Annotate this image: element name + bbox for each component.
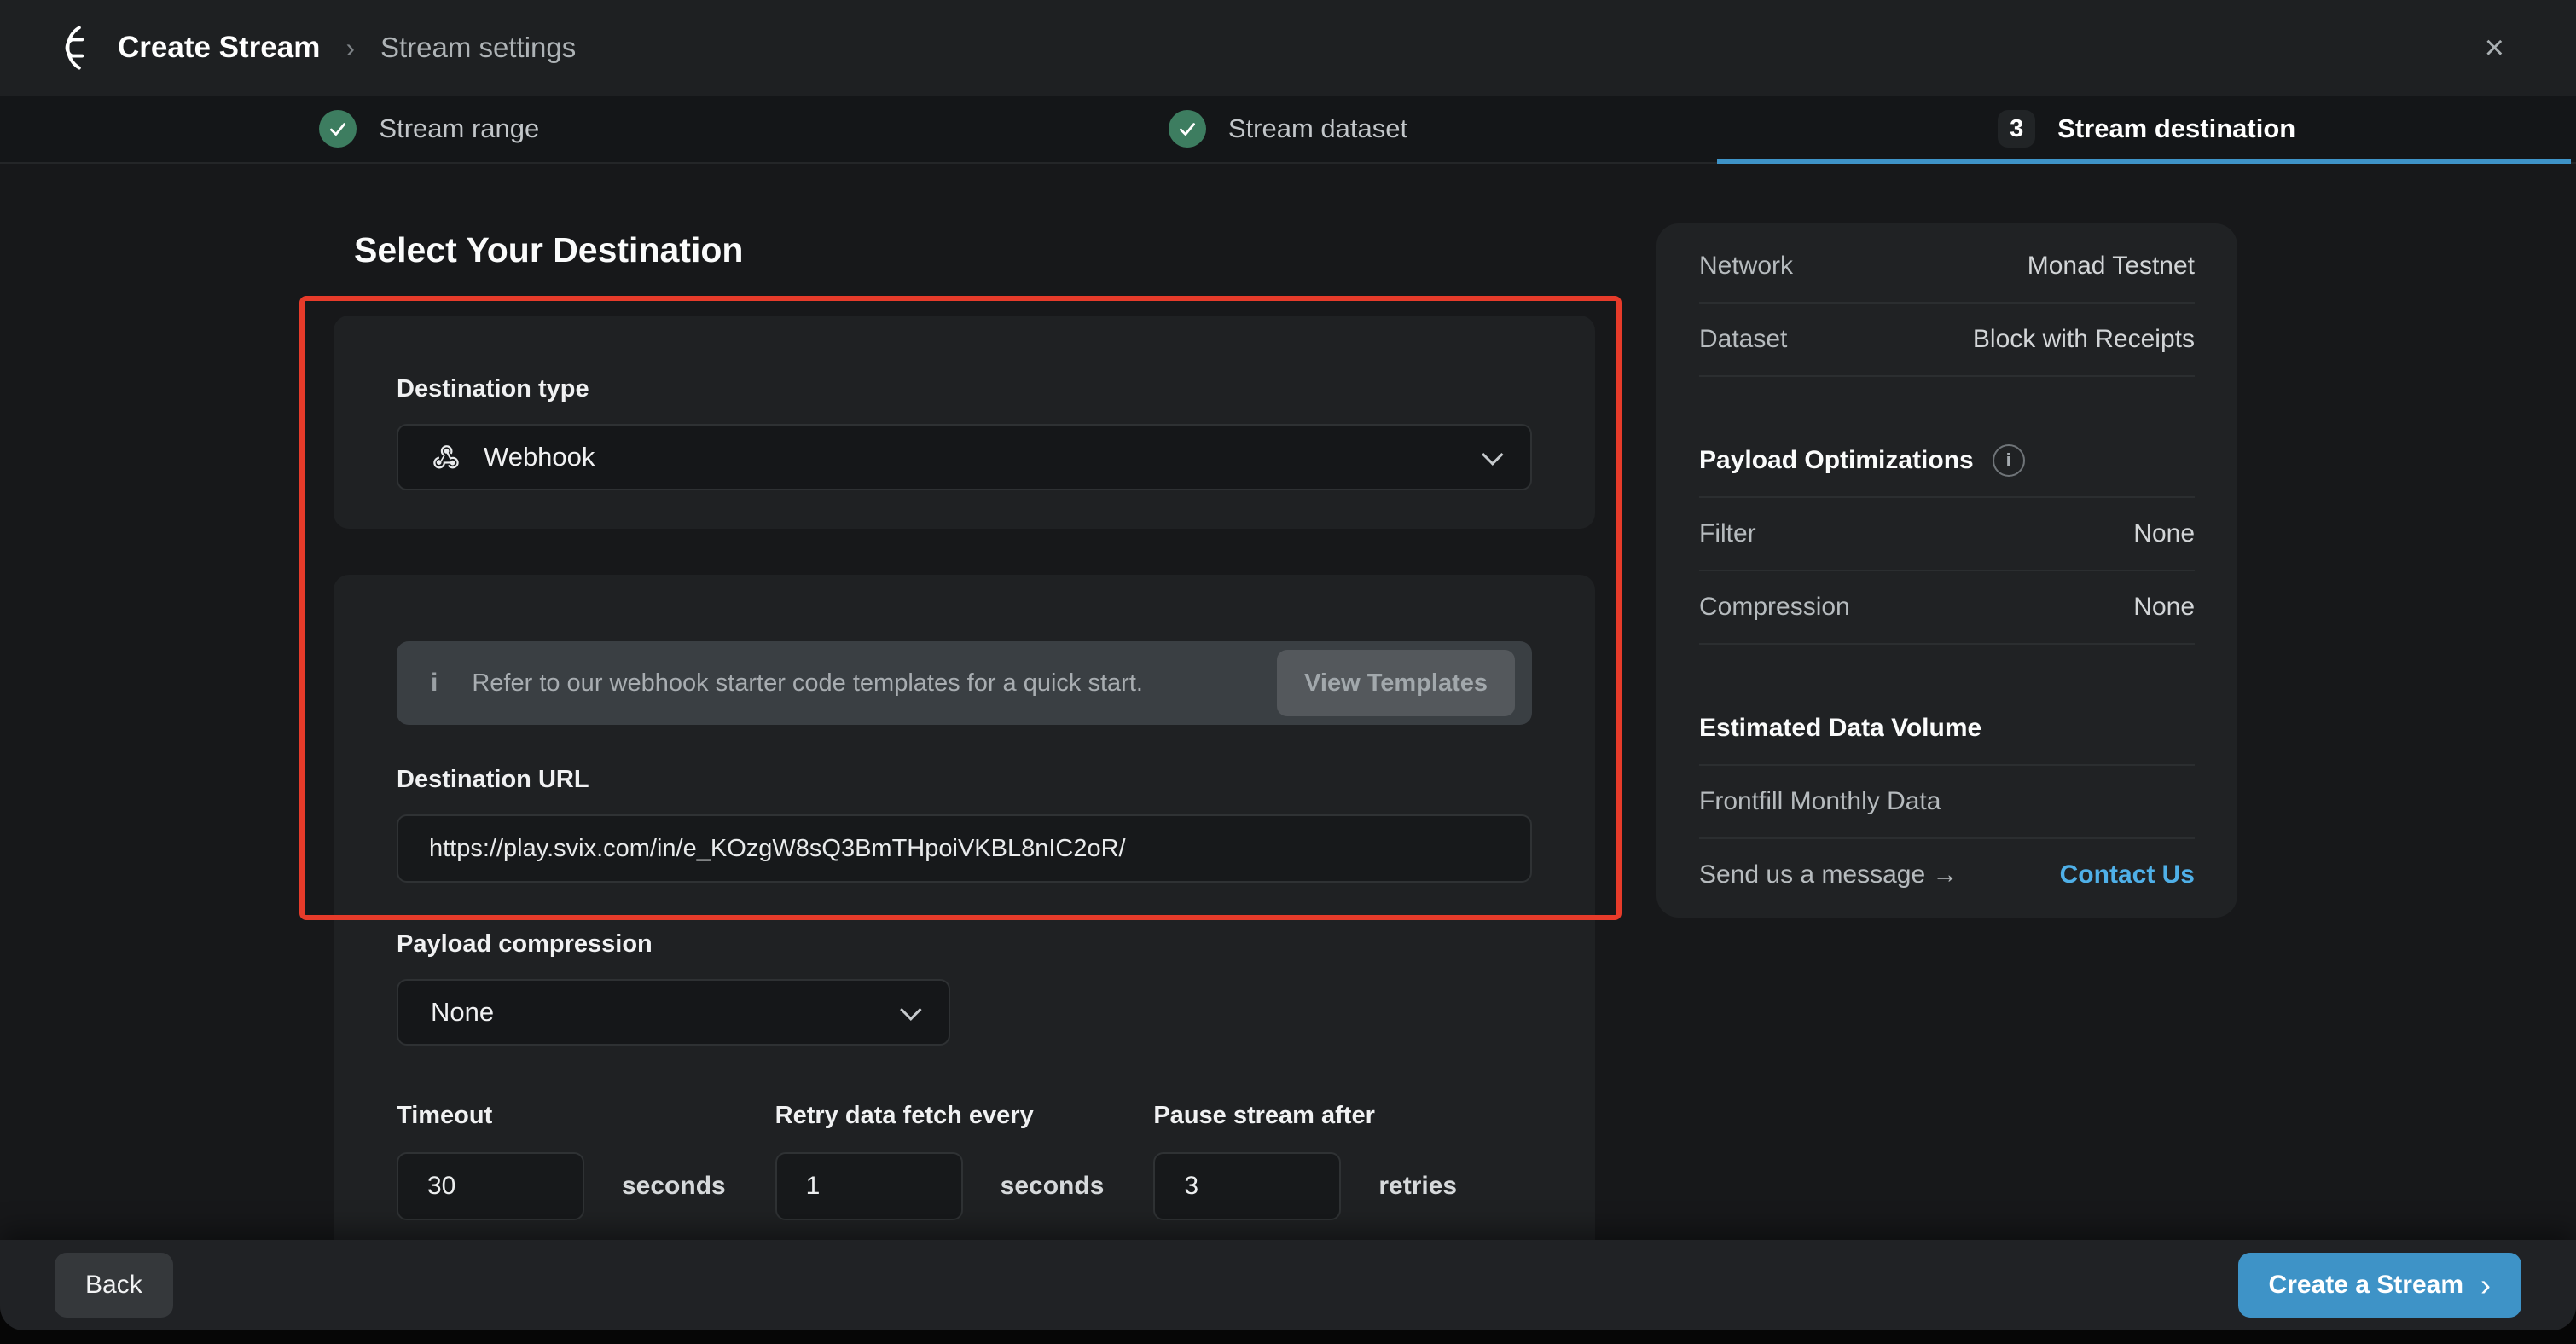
webhook-icon (431, 442, 461, 472)
payload-compression-label: Payload compression (397, 930, 1532, 959)
stream-summary-panel: Network Monad Testnet Dataset Block with… (1656, 223, 2237, 918)
tab-stream-dataset[interactable]: Stream dataset (859, 96, 1718, 162)
filter-value: None (2133, 519, 2195, 548)
view-templates-button[interactable]: View Templates (1277, 650, 1515, 716)
create-stream-label: Create a Stream (2269, 1271, 2463, 1300)
dataset-value: Block with Receipts (1973, 325, 2195, 354)
pause-input[interactable] (1153, 1152, 1341, 1220)
timeout-label: Timeout (397, 1102, 775, 1130)
page-title: Create Stream (118, 31, 320, 65)
pause-field-group: Pause stream after retries (1153, 1102, 1532, 1220)
main-content: Select Your Destination Destination type… (0, 164, 2576, 1240)
tab-label: Stream range (379, 113, 539, 144)
summary-row-contact: Send us a message → Contact Us (1699, 839, 2195, 911)
summary-row-compression: Compression None (1699, 571, 2195, 643)
create-stream-button[interactable]: Create a Stream › (2238, 1253, 2521, 1318)
destination-settings-card: i Refer to our webhook starter code temp… (334, 575, 1595, 1330)
compression-label: Compression (1699, 593, 1850, 622)
destination-type-card: Destination type Webhook (334, 316, 1595, 529)
chevron-down-icon (900, 999, 921, 1020)
summary-row-dataset: Dataset Block with Receipts (1699, 304, 2195, 375)
pause-label: Pause stream after (1153, 1102, 1532, 1130)
compression-value: None (2133, 593, 2195, 622)
timeout-unit: seconds (622, 1172, 726, 1201)
summary-row-volume-title: Estimated Data Volume (1699, 692, 2195, 764)
dataset-label: Dataset (1699, 325, 1787, 354)
info-icon: i (431, 669, 438, 698)
banner-text: Refer to our webhook starter code templa… (472, 669, 1143, 698)
step-tabs: Stream range Stream dataset 3 Stream des… (0, 96, 2576, 164)
step-number-badge: 3 (1998, 110, 2035, 148)
create-stream-modal: Create Stream › Stream settings × Stream… (0, 0, 2576, 1330)
webhook-templates-banner: i Refer to our webhook starter code temp… (397, 641, 1532, 725)
retry-settings-row: Timeout seconds Retry data fetch every s… (397, 1102, 1532, 1220)
destination-type-value: Webhook (484, 442, 595, 472)
modal-header: Create Stream › Stream settings × (0, 0, 2576, 96)
summary-row-network: Network Monad Testnet (1699, 230, 2195, 302)
network-value: Monad Testnet (2028, 252, 2195, 281)
divider (1699, 643, 2195, 645)
destination-type-label: Destination type (397, 375, 1532, 403)
divider (1699, 375, 2195, 377)
timeout-field-group: Timeout seconds (397, 1102, 775, 1220)
destination-url-label: Destination URL (397, 766, 1532, 794)
filter-label: Filter (1699, 519, 1756, 548)
tab-stream-range[interactable]: Stream range (0, 96, 859, 162)
retry-input[interactable] (775, 1152, 963, 1220)
page-heading: Select Your Destination (354, 230, 743, 270)
breadcrumb: Stream settings (380, 32, 576, 64)
summary-row-frontfill: Frontfill Monthly Data (1699, 766, 2195, 837)
quicknode-logo-icon (49, 25, 96, 71)
network-label: Network (1699, 252, 1793, 281)
chevron-right-icon: › (2480, 1270, 2491, 1301)
check-icon (319, 110, 357, 148)
retry-unit: seconds (1001, 1172, 1105, 1201)
volume-title: Estimated Data Volume (1699, 714, 1981, 743)
summary-row-optimizations-title: Payload Optimizations i (1699, 425, 2195, 496)
back-button[interactable]: Back (55, 1253, 173, 1318)
timeout-input[interactable] (397, 1152, 584, 1220)
footer-bar: Back Create a Stream › (0, 1240, 2576, 1330)
retry-label: Retry data fetch every (775, 1102, 1154, 1130)
breadcrumb-separator-icon: › (345, 32, 355, 64)
destination-url-input[interactable] (397, 814, 1532, 883)
summary-row-filter: Filter None (1699, 498, 2195, 570)
optimizations-title: Payload Optimizations i (1699, 444, 2025, 477)
payload-compression-select[interactable]: None (397, 979, 950, 1046)
tab-label: Stream dataset (1228, 113, 1407, 144)
destination-type-select[interactable]: Webhook (397, 424, 1532, 490)
tab-stream-destination[interactable]: 3 Stream destination (1717, 96, 2576, 162)
payload-compression-value: None (431, 997, 494, 1028)
info-icon[interactable]: i (1993, 444, 2025, 477)
contact-message-label: Send us a message → (1699, 860, 1958, 889)
pause-unit: retries (1378, 1172, 1457, 1201)
contact-us-link[interactable]: Contact Us (2060, 860, 2195, 889)
close-icon[interactable]: × (2485, 31, 2504, 65)
retry-field-group: Retry data fetch every seconds (775, 1102, 1154, 1220)
frontfill-label: Frontfill Monthly Data (1699, 787, 1941, 816)
check-icon (1169, 110, 1206, 148)
optimizations-title-text: Payload Optimizations (1699, 446, 1974, 475)
chevron-down-icon (1482, 443, 1503, 465)
tab-label: Stream destination (2057, 113, 2295, 144)
